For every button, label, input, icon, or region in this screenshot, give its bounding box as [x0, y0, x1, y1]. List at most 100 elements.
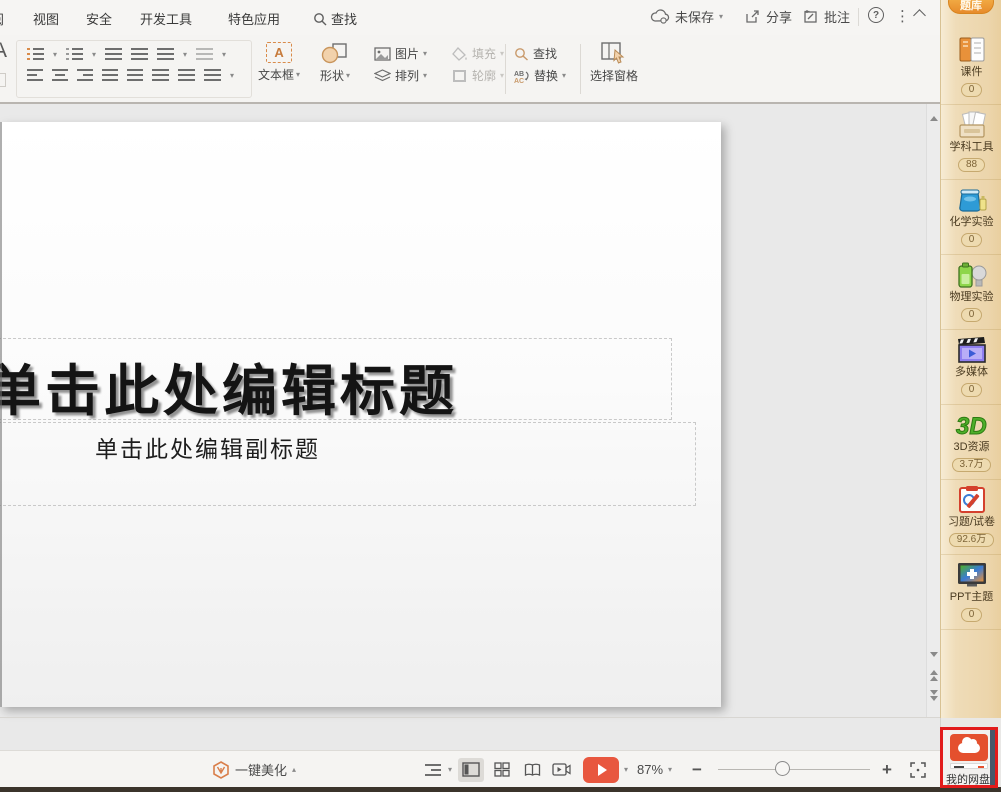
- count-badge: 88: [958, 158, 985, 172]
- exercises-icon: [954, 485, 990, 515]
- zoom-slider-thumb[interactable]: [775, 761, 790, 776]
- notes-button[interactable]: ▾: [425, 751, 452, 788]
- next-slide-icon2[interactable]: [930, 696, 938, 701]
- play-slideshow-button[interactable]: ▾: [583, 751, 628, 788]
- view-slideshow-button[interactable]: [548, 751, 574, 788]
- ribbon-toolbar: A ▾ ▾ ▾ ▾ ▾ A 文本框: [0, 35, 940, 104]
- chevron-down-icon[interactable]: ▾: [183, 50, 187, 59]
- more-options-button[interactable]: ⋮: [895, 7, 910, 25]
- share-button[interactable]: 分享: [745, 7, 792, 26]
- chevron-up-icon: [913, 9, 926, 22]
- search-icon: [313, 12, 327, 26]
- numbered-list-icon[interactable]: [66, 48, 83, 60]
- line-spacing-decrease-icon[interactable]: [178, 69, 195, 81]
- physics-lab-icon: [954, 260, 990, 290]
- sidebar-top-badge[interactable]: 题库: [948, 0, 994, 14]
- sidebar-item-subject-tools[interactable]: 学科工具 88: [941, 105, 1001, 180]
- help-button[interactable]: ?: [868, 7, 884, 23]
- menu-item-security[interactable]: 安全: [86, 9, 112, 28]
- reading-view-icon: [524, 763, 541, 777]
- chevron-down-icon[interactable]: ▾: [230, 71, 234, 80]
- chevron-down-icon: ▾: [346, 71, 350, 80]
- workspace-bottom-line: [0, 717, 940, 718]
- align-right-icon[interactable]: [77, 69, 93, 81]
- previous-slide-icon[interactable]: [930, 670, 938, 675]
- sidebar-item-physics-lab[interactable]: 物理实验 0: [941, 255, 1001, 330]
- collapse-ribbon-button[interactable]: [915, 7, 924, 20]
- fill-button: 填充▾: [452, 45, 504, 62]
- sidebar-item-label: 学科工具: [941, 141, 1001, 154]
- sidebar-top-badge-label: 题库: [960, 0, 982, 13]
- menu-find-button[interactable]: 查找: [313, 9, 357, 28]
- zoom-level-button[interactable]: 87% ▾: [637, 751, 672, 788]
- slide-subtitle-text[interactable]: 单击此处编辑副标题: [95, 430, 320, 464]
- textbox-button[interactable]: A 文本框▾: [258, 42, 300, 83]
- chevron-down-icon[interactable]: ▾: [53, 50, 57, 59]
- find-button[interactable]: 查找: [514, 45, 566, 62]
- scroll-down-icon[interactable]: [930, 652, 938, 657]
- fill-icon: [452, 47, 468, 61]
- increase-indent-icon[interactable]: [131, 48, 148, 60]
- align-left-icon[interactable]: [27, 69, 43, 81]
- save-status-button[interactable]: 未保存 ▾: [650, 7, 723, 26]
- sidebar-item-label: 3D资源: [941, 441, 1001, 454]
- align-center-icon[interactable]: [52, 69, 68, 81]
- chevron-up-small-icon: ▴: [292, 765, 296, 774]
- zoom-slider-track[interactable]: [718, 769, 870, 770]
- text-direction-icon[interactable]: [157, 48, 174, 60]
- sidebar-item-label: 课件: [941, 66, 1001, 79]
- zoom-out-button[interactable]: −: [692, 751, 702, 788]
- my-cloud-drive-item-highlighted[interactable]: 我的网盘: [940, 727, 998, 788]
- slide-canvas[interactable]: 单击此处编辑标题 单击此处编辑副标题: [0, 122, 721, 707]
- arrange-button[interactable]: 排列▾: [374, 67, 427, 84]
- picture-button[interactable]: 图片▾: [374, 45, 427, 62]
- sidebar-item-multimedia[interactable]: 多媒体 0: [941, 330, 1001, 405]
- view-normal-button[interactable]: [458, 751, 484, 788]
- replace-button[interactable]: AB AC 替换▾: [514, 67, 566, 84]
- scroll-up-icon[interactable]: [930, 116, 938, 121]
- courseware-icon: [954, 35, 990, 65]
- svg-text:AC: AC: [514, 78, 524, 83]
- selection-pane-label: 选择窗格: [590, 67, 638, 84]
- count-badge: 0: [961, 608, 983, 622]
- vertical-scrollbar[interactable]: [926, 104, 940, 718]
- sidebar-item-courseware[interactable]: 课件 0: [941, 30, 1001, 105]
- find-replace-group: 查找 AB AC 替换▾: [514, 45, 566, 84]
- comment-button[interactable]: 批注: [803, 7, 850, 26]
- selection-pane-button[interactable]: 选择窗格: [590, 42, 638, 84]
- shapes-button[interactable]: 形状▾: [320, 42, 350, 84]
- slide-title-text[interactable]: 单击此处编辑标题: [0, 346, 458, 426]
- share-icon: [745, 9, 761, 24]
- zoom-in-button[interactable]: +: [882, 751, 892, 788]
- outline-button: 轮廓▾: [452, 67, 504, 84]
- textbox-icon: A: [266, 42, 292, 63]
- decrease-indent-icon[interactable]: [105, 48, 122, 60]
- menu-item-developer-tools[interactable]: 开发工具: [140, 9, 192, 28]
- cloud-drive-label: 我的网盘: [946, 771, 990, 787]
- chevron-down-icon: ▾: [296, 70, 300, 79]
- bullet-list-icon[interactable]: [27, 48, 44, 60]
- view-read-button[interactable]: [519, 751, 545, 788]
- line-spacing-increase-icon[interactable]: [152, 69, 169, 81]
- play-icon: [598, 764, 607, 776]
- sidebar-item-chemistry-lab[interactable]: 化学实验 0: [941, 180, 1001, 255]
- next-slide-icon[interactable]: [930, 690, 938, 695]
- shapes-icon: [321, 42, 349, 64]
- line-spacing-icon[interactable]: [204, 69, 221, 81]
- menu-item-view[interactable]: 视图: [33, 9, 59, 28]
- view-grid-button[interactable]: [489, 751, 515, 788]
- sidebar-item-3d-resources[interactable]: 3D 3D资源 3.7万: [941, 405, 1001, 480]
- previous-slide-icon2[interactable]: [930, 676, 938, 681]
- sidebar-item-ppt-themes[interactable]: PPT主题 0: [941, 555, 1001, 630]
- menu-item-review-clipped[interactable]: 阅: [0, 9, 4, 28]
- share-label: 分享: [766, 7, 792, 26]
- sidebar-item-exercises[interactable]: 习题/试卷 92.6万: [941, 480, 1001, 555]
- distribute-icon[interactable]: [127, 69, 143, 81]
- fit-to-window-button[interactable]: [910, 751, 926, 788]
- replace-label: 替换: [534, 67, 558, 84]
- beautify-button[interactable]: 一键美化 ▴: [212, 751, 296, 788]
- menu-item-special-features[interactable]: 特色应用: [228, 9, 280, 28]
- justify-icon[interactable]: [102, 69, 118, 81]
- chevron-down-icon[interactable]: ▾: [92, 50, 96, 59]
- ppt-theme-icon: [954, 560, 990, 590]
